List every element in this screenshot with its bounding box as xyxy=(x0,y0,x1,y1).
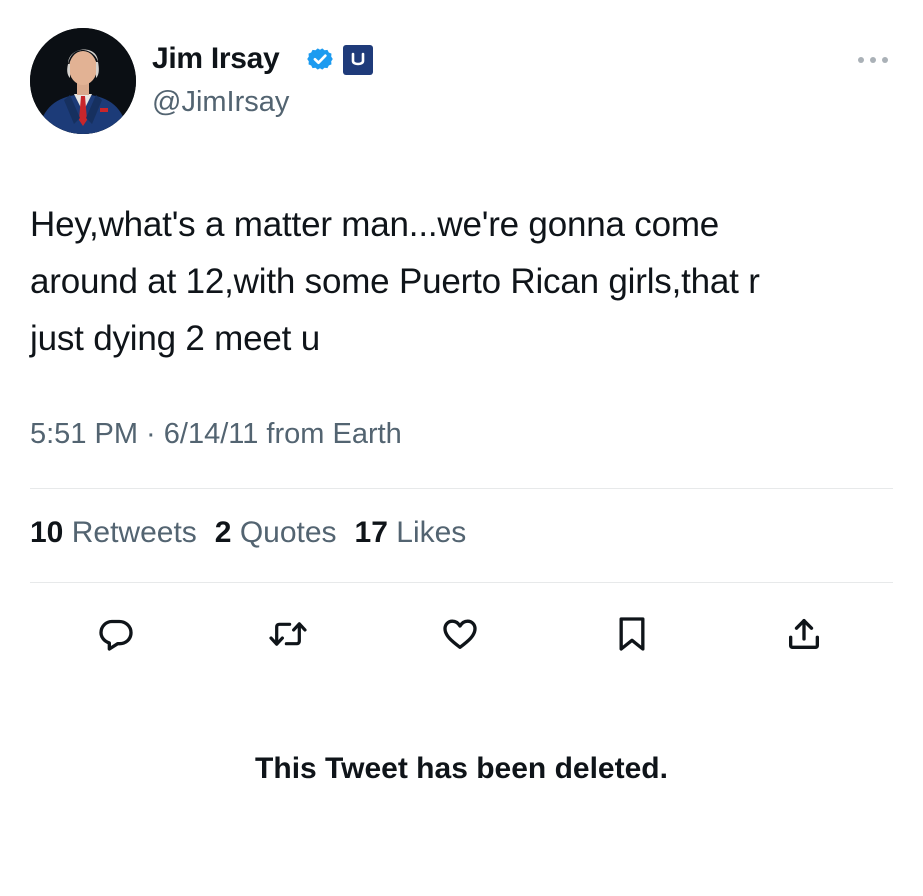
retweets-label: Retweets xyxy=(71,516,197,549)
retweet-button[interactable] xyxy=(266,612,310,656)
like-button[interactable] xyxy=(438,612,482,656)
retweet-icon xyxy=(269,622,307,646)
quotes-stat[interactable]: 2 Quotes xyxy=(215,516,337,550)
deleted-notice: This Tweet has been deleted. xyxy=(255,752,668,785)
likes-label: Likes xyxy=(396,516,467,549)
reply-icon xyxy=(99,619,133,651)
more-options-icon[interactable] xyxy=(853,50,893,70)
divider xyxy=(30,582,893,583)
verified-badge-icon[interactable] xyxy=(304,43,336,75)
engagement-stats: 10 Retweets 2 Quotes 17 Likes xyxy=(30,516,466,550)
affiliate-badge-icon[interactable] xyxy=(343,45,373,75)
likes-stat[interactable]: 17 Likes xyxy=(355,516,467,550)
bookmark-button[interactable] xyxy=(610,612,654,656)
display-name[interactable]: Jim Irsay xyxy=(152,42,280,76)
handle[interactable]: @JimIrsay xyxy=(152,86,289,119)
divider xyxy=(30,488,893,489)
likes-count: 17 xyxy=(354,516,388,549)
quotes-count: 2 xyxy=(214,516,232,549)
like-icon xyxy=(443,619,477,649)
reply-button[interactable] xyxy=(94,612,138,656)
retweets-stat[interactable]: 10 Retweets xyxy=(30,516,197,550)
avatar[interactable] xyxy=(30,28,136,134)
quotes-label: Quotes xyxy=(239,516,337,549)
avatar-image xyxy=(30,28,136,134)
retweets-count: 10 xyxy=(30,516,64,549)
bookmark-icon xyxy=(619,617,645,651)
tweet-timestamp[interactable]: 5:51 PM · 6/14/11 from Earth xyxy=(30,418,402,451)
share-button[interactable] xyxy=(782,612,826,656)
tweet-text: Hey,what's a matter man...we're gonna co… xyxy=(30,205,760,358)
share-icon xyxy=(789,619,819,649)
tweet-card: Jim Irsay @JimIrsay Hey,what's a matter … xyxy=(0,0,923,896)
